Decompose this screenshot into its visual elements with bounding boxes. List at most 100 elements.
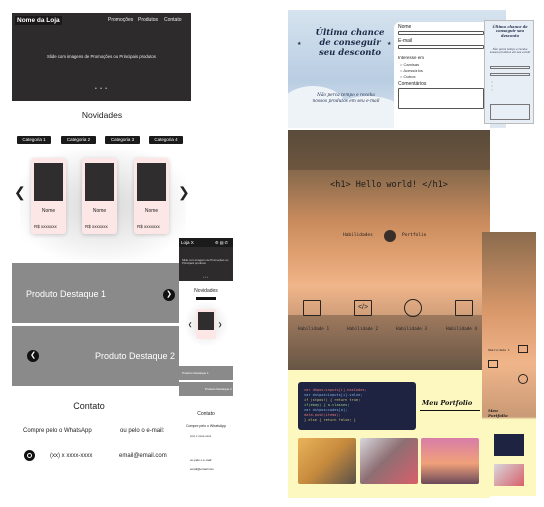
mobile-email-input[interactable] [490,73,530,76]
mobile-email[interactable]: email@email.com [190,467,214,471]
globe-icon [404,299,422,317]
product-name: Nome [41,208,56,214]
city-skyline-top [288,130,490,170]
mobile-skill-icon [488,360,498,368]
mobile-comments-textarea[interactable] [490,104,530,120]
email-input[interactable] [398,45,484,49]
chevron-right-icon[interactable]: ❯ [163,289,175,301]
email-link[interactable]: email@email.com [119,453,167,459]
phone-number[interactable]: (xx) x xxxx-xxxx [50,453,92,459]
option-outros-label: Outros [403,74,416,79]
toggle-switch[interactable] [384,230,396,242]
option-acessorios-label: Acessórios [403,68,423,73]
mobile-product-card[interactable] [196,309,216,339]
mobile-contato: Contato [197,411,215,417]
project-thumb-2[interactable] [360,438,418,484]
code-icon: </> [354,300,372,316]
product-card[interactable]: Nome R$ xxxxxxx [31,158,66,234]
featured-product-1-label: Produto Destaque 1 [26,289,107,299]
project-thumb-1[interactable] [298,438,356,484]
mobile-portfolio-preview: Habilidade 1 Meu Portfolio [482,232,536,496]
option-outros[interactable]: ○ Outros [400,74,416,79]
product-card[interactable]: Nome R$ xxxxxxx [82,158,117,234]
mobile-whatsapp-label: Compre pelo o WhatsApp [186,424,227,428]
layout-icon [455,300,473,316]
code-screenshot: var dhpos=inputs[i].hasCodes; var dstpos… [298,382,416,430]
mobile-radio-options[interactable]: ○ ○ ○ [491,80,493,92]
mobile-preview: Loja X ⚙ ▤ ✆ Slide com imagens de Promoç… [179,238,233,474]
mobile-brand: Loja X [181,240,194,245]
category-tab-2[interactable]: Categoria 2 [61,136,96,144]
mobile-portfolio-heading: Meu Portfolio [488,408,508,418]
nav-promocoes[interactable]: Promoções [108,17,133,23]
slide-dots[interactable]: • • • [12,86,191,92]
form-heading: Última chance de conseguir seu desconto [315,28,385,58]
comments-textarea[interactable] [398,88,484,109]
mobile-next-icon[interactable]: ❯ [218,322,222,328]
email-label: E-mail [398,38,413,44]
product-name: Nome [144,208,159,214]
carousel-next-icon[interactable]: ❯ [178,184,190,201]
name-input[interactable] [398,31,484,35]
mobile-hero: Slide com imagens de Promoções ou Princi… [179,247,233,281]
nav-produtos[interactable]: Produtos [138,17,158,23]
mobile-phone-number[interactable]: (xx) x xxxx-xxxx [190,434,211,438]
product-image [85,163,114,201]
featured-product-2-label: Produto Destaque 2 [95,351,176,361]
toggle-skills-label[interactable]: Habilidades [343,233,373,238]
skill-3-label: Habilidade 3 [396,327,428,332]
skill-2-label: Habilidade 2 [347,327,379,332]
product-image [137,163,166,201]
mobile-featured-1[interactable]: Produto Destaque 1 [179,366,233,380]
browser-window-icon [303,300,321,316]
category-tab-1[interactable]: Categoria 1 [17,136,51,144]
store-logo[interactable]: Nome da Loja [15,16,62,25]
contato-heading: Contato [73,401,105,411]
mobile-skill-icon [518,345,528,353]
mobile-email-label: ou pelo o e-mail [190,458,212,462]
mobile-form-preview: Última chance de conseguir seu desconto … [484,20,534,124]
mobile-skill-icon [518,374,528,384]
product-card[interactable]: Nome R$ xxxxxxx [134,158,169,234]
category-tab-3[interactable]: Categoria 3 [105,136,140,144]
product-price: R$ xxxxxxx [85,224,108,229]
email-label: ou pelo o e-mail: [120,428,165,434]
featured-product-1[interactable]: Produto Destaque 1 ❯ [12,263,190,323]
mobile-code-thumb[interactable] [494,434,524,456]
mobile-skill-label: Habilidade 1 [488,348,510,352]
mobile-category-bar[interactable] [196,297,216,300]
mobile-featured-2[interactable]: Produto Destaque 2 [179,382,233,396]
mobile-slide-caption: Slide com imagens de Promoções ou Princi… [182,258,229,266]
skill-1-label: Habilidade 1 [298,327,330,332]
mobile-topbar: Loja X ⚙ ▤ ✆ [179,238,233,247]
product-name: Nome [92,208,107,214]
whatsapp-icon[interactable] [24,450,35,461]
product-image [34,163,63,201]
nav-contato[interactable]: Contato [164,17,182,23]
form-panel: Nome E-mail Interesse em ○ Camisas ○ Ace… [394,22,490,128]
toggle-portfolio-label[interactable]: Portfolio [402,233,426,238]
product-price: R$ xxxxxxx [137,224,160,229]
skill-4-label: Habilidade 4 [446,327,478,332]
chevron-left-icon[interactable]: ❮ [27,350,39,362]
mobile-name-input[interactable] [490,66,530,69]
portfolio-hero: <h1> Hello world! </h1> Habilidades Port… [288,130,490,370]
mobile-novidades: Novidades [194,288,218,294]
mobile-form-heading: Última chance de conseguir seu desconto [492,25,528,38]
comments-label: Comentários [398,81,427,87]
option-camisas[interactable]: ○ Camisas [400,62,419,67]
option-camisas-label: Camisas [403,62,420,67]
option-acessorios[interactable]: ○ Acessórios [400,68,423,73]
category-tab-4[interactable]: Categoria 4 [149,136,183,144]
discount-form-preview: ★ ★ Última chance de conseguir seu desco… [288,10,506,128]
mobile-prev-icon[interactable]: ❮ [188,322,192,328]
featured-product-2[interactable]: ❮ Produto Destaque 2 [12,326,190,386]
carousel-prev-icon[interactable]: ❮ [14,184,26,201]
slide-caption: Slide com imagens de Promoções ou Princi… [47,54,156,59]
portfolio-section: var dhpos=inputs[i].hasCodes; var dstpos… [288,370,490,498]
mobile-project-thumb[interactable] [494,464,524,486]
project-thumb-3[interactable] [421,438,479,484]
hero-slider[interactable]: Nome da Loja Promoções Produtos Contato … [12,13,191,101]
hello-world-title: <h1> Hello world! </h1> [330,180,448,190]
mobile-menu-icon[interactable]: ⚙ ▤ ✆ [215,238,228,247]
